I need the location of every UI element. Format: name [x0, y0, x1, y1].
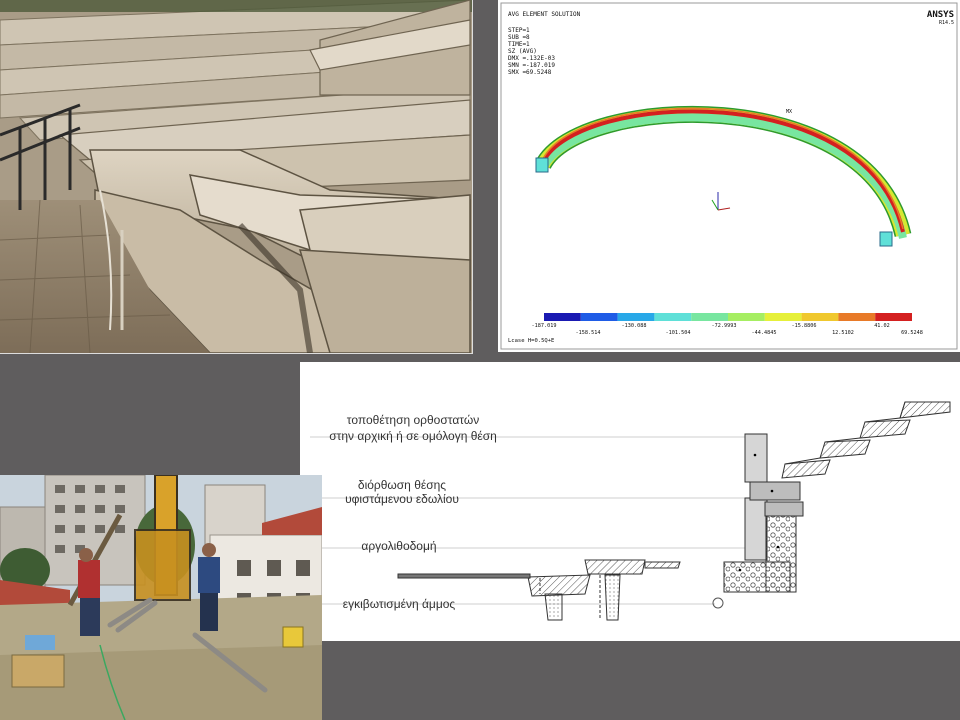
legend-label: -158.514 — [576, 330, 601, 336]
legend-label: 12.5102 — [832, 330, 854, 336]
fea-header-line: TIME=1 — [508, 41, 530, 48]
label-seat-correction-line2: υφιστάμενου εδωλίου — [345, 492, 459, 506]
ansys-brand: ANSYS — [927, 10, 954, 20]
restoration-section-drawing: τοποθέτηση ορθοστατών στην αρχική ή σε ο… — [300, 362, 960, 641]
fea-header-line: AVG ELEMENT SOLUTION — [508, 11, 581, 18]
legend-label: -44.4845 — [752, 330, 777, 336]
legend-label: -130.088 — [622, 323, 647, 329]
legend-label: 41.02 — [874, 323, 890, 329]
theatre-seats-photo — [0, 0, 473, 354]
fea-header-line: SUB =8 — [508, 34, 530, 41]
legend-swatch — [838, 313, 876, 321]
label-orthostats: τοποθέτηση ορθοστατών — [347, 413, 479, 427]
legend-swatch — [617, 313, 655, 321]
fea-header-line: DMX =.132E-03 — [508, 55, 555, 62]
legend-label: -15.8806 — [792, 323, 817, 329]
label-rubble-masonry: αργολιθοδομή — [361, 539, 436, 553]
drilling-site-photo — [0, 475, 322, 720]
label-confined-sand: εγκιβωτισμένη άμμος — [343, 597, 456, 611]
legend-label: -187.019 — [532, 323, 557, 329]
legend-swatch — [580, 313, 618, 321]
legend-label: 69.5248 — [901, 330, 923, 336]
fea-header-line: SZ (AVG) — [508, 48, 537, 55]
fea-result-panel: AVG ELEMENT SOLUTION STEP=1 SUB =8 TIME=… — [498, 0, 960, 352]
legend-label: -101.504 — [666, 330, 691, 336]
label-orthostats-line2: στην αρχική ή σε ομόλογη θέση — [329, 429, 497, 443]
legend-swatch — [691, 313, 728, 321]
legend-swatch — [764, 313, 802, 321]
mx-marker: MX — [786, 109, 792, 115]
label-seat-correction: διόρθωση θέσης — [358, 478, 446, 492]
legend-swatch — [728, 313, 765, 321]
legend-label: -72.9993 — [712, 323, 737, 329]
legend-swatch — [654, 313, 692, 321]
fea-header-line: STEP=1 — [508, 27, 530, 34]
legend-swatch — [875, 313, 912, 321]
legend-swatch — [801, 313, 839, 321]
fea-header-line: SMN =-187.019 — [508, 62, 555, 69]
legend-swatch — [544, 313, 581, 321]
stress-legend — [544, 313, 912, 321]
load-case-label: Lcase H=0.5Q+E — [508, 338, 554, 344]
ansys-version: R14.5 — [939, 20, 954, 26]
fea-header-line: SMX =69.5248 — [508, 69, 552, 76]
